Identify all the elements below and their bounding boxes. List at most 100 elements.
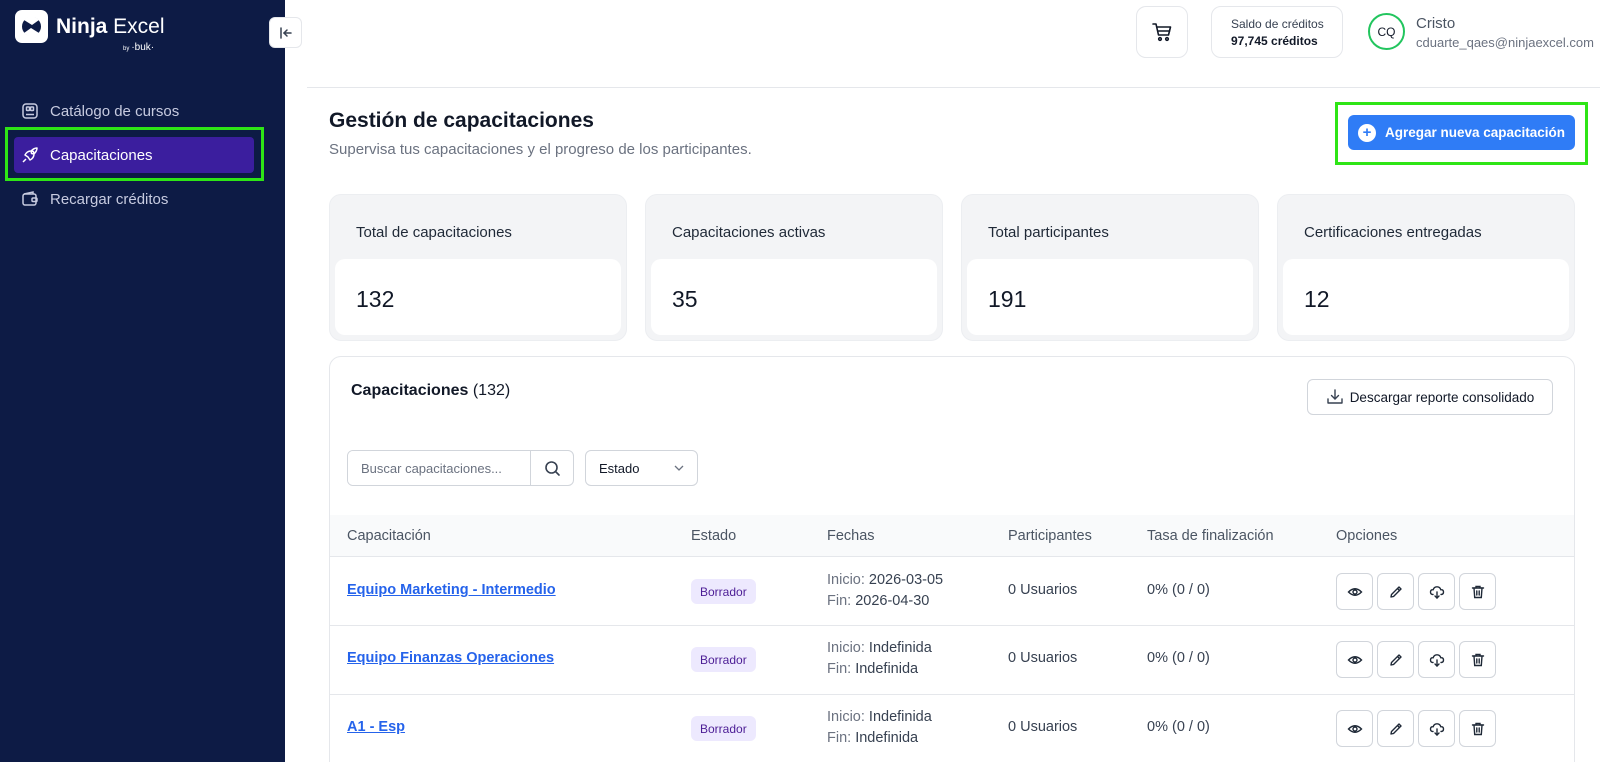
add-training-label: Agregar nueva capacitación (1384, 125, 1566, 140)
participants-count: 0 Usuarios (1008, 582, 1078, 598)
brand-sub: by ·buk· (123, 42, 155, 53)
stat-value: 12 (1304, 286, 1330, 312)
cloud-icon (1429, 652, 1445, 668)
stat-label: Capacitaciones activas (672, 224, 826, 241)
delete-button[interactable] (1459, 641, 1496, 678)
participants-count: 0 Usuarios (1008, 719, 1078, 735)
training-dates: Inicio: Indefinida Fin: Indefinida (827, 709, 932, 746)
column-header-capacitacion[interactable]: Capacitación (347, 528, 431, 544)
table-title: Capacitaciones (132) (351, 382, 511, 399)
collapse-left-icon (279, 26, 293, 40)
view-button[interactable] (1336, 710, 1373, 747)
training-name-link[interactable]: Equipo Finanzas Operaciones (347, 650, 554, 666)
page-subtitle: Supervisa tus capacitaciones y el progre… (329, 141, 752, 158)
sidebar-item-label: Capacitaciones (50, 146, 153, 164)
search-icon (544, 460, 561, 477)
edit-button[interactable] (1377, 710, 1414, 747)
download-report-label: Descargar reporte consolidado (1349, 389, 1535, 405)
collapse-sidebar-button[interactable] (269, 17, 302, 48)
credits-value: 97,745 créditos (1231, 33, 1318, 48)
status-badge: Borrador (691, 716, 756, 741)
chevron-down-icon (673, 462, 685, 474)
training-dates: Inicio: 2026-03-05 Fin: 2026-04-30 (827, 572, 944, 609)
catalog-icon (20, 101, 40, 121)
view-button[interactable] (1336, 573, 1373, 610)
row-options (1336, 641, 1496, 678)
search-box (347, 450, 574, 486)
column-header-opciones: Opciones (1336, 528, 1398, 544)
publish-button[interactable] (1418, 641, 1455, 678)
stat-label: Total de capacitaciones (356, 224, 512, 241)
sidebar-item-recargar[interactable]: Recargar créditos (14, 181, 254, 217)
view-button[interactable] (1336, 641, 1373, 678)
brand-logo[interactable]: Ninja Excel (15, 10, 165, 43)
stat-card-participants: Total participantes 191 (961, 194, 1259, 341)
edit-button[interactable] (1377, 573, 1414, 610)
training-name-link[interactable]: A1 - Esp (347, 719, 405, 735)
trash-icon (1470, 721, 1486, 737)
table-row: A1 - Esp Borrador Inicio: Indefinida Fin… (330, 695, 1574, 762)
add-training-button[interactable]: + Agregar nueva capacitación (1348, 115, 1575, 150)
avatar[interactable]: CQ (1368, 13, 1405, 50)
credits-balance[interactable]: Saldo de créditos 97,745 créditos (1211, 6, 1343, 58)
delete-button[interactable] (1459, 710, 1496, 747)
download-icon (1326, 388, 1344, 406)
edit-button[interactable] (1377, 641, 1414, 678)
sidebar-item-label: Recargar créditos (50, 190, 169, 208)
stat-card-total: Total de capacitaciones 132 (329, 194, 627, 341)
status-badge: Borrador (691, 647, 756, 672)
cart-icon (1150, 20, 1174, 44)
delete-button[interactable] (1459, 573, 1496, 610)
wallet-icon (20, 189, 40, 209)
user-email: cduarte_qaes@ninjaexcel.com (1416, 35, 1594, 50)
stat-value: 132 (356, 286, 395, 312)
completion-rate: 0% (0 / 0) (1147, 719, 1210, 735)
stat-card-active: Capacitaciones activas 35 (645, 194, 943, 341)
publish-button[interactable] (1418, 573, 1455, 610)
trainings-panel: Capacitaciones (132) Descargar reporte c… (329, 356, 1575, 762)
stat-label: Certificaciones entregadas (1304, 224, 1482, 241)
search-button[interactable] (530, 451, 573, 485)
training-dates: Inicio: Indefinida Fin: Indefinida (827, 640, 932, 677)
sidebar-item-capacitaciones[interactable]: Capacitaciones (14, 137, 254, 173)
eye-icon (1347, 721, 1363, 737)
cloud-icon (1429, 721, 1445, 737)
training-name-link[interactable]: Equipo Marketing - Intermedio (347, 582, 556, 598)
credits-label: Saldo de créditos (1231, 16, 1324, 31)
publish-button[interactable] (1418, 710, 1455, 747)
column-header-tasa[interactable]: Tasa de finalización (1147, 528, 1274, 544)
pencil-icon (1388, 721, 1404, 737)
sidebar-item-catalogo[interactable]: Catálogo de cursos (14, 93, 254, 129)
completion-rate: 0% (0 / 0) (1147, 650, 1210, 666)
user-name: Cristo (1416, 15, 1456, 32)
trash-icon (1470, 652, 1486, 668)
header-divider (307, 87, 1600, 88)
ninja-logo-icon (15, 10, 48, 43)
eye-icon (1347, 652, 1363, 668)
plus-circle-icon: + (1357, 123, 1376, 142)
stat-label: Total participantes (988, 224, 1109, 241)
download-report-button[interactable]: Descargar reporte consolidado (1307, 379, 1553, 415)
column-header-estado[interactable]: Estado (691, 528, 736, 544)
status-filter-value: Estado (599, 460, 640, 476)
rocket-icon (20, 145, 40, 165)
sidebar-item-label: Catálogo de cursos (50, 102, 180, 120)
row-options (1336, 573, 1496, 610)
cloud-icon (1429, 584, 1445, 600)
cart-button[interactable] (1136, 6, 1188, 58)
row-options (1336, 710, 1496, 747)
trash-icon (1470, 584, 1486, 600)
table-row: Equipo Marketing - Intermedio Borrador I… (330, 557, 1574, 626)
search-input[interactable] (348, 451, 530, 485)
table-row: Equipo Finanzas Operaciones Borrador Ini… (330, 626, 1574, 695)
participants-count: 0 Usuarios (1008, 650, 1078, 666)
table-header: Capacitación Estado Fechas Participantes… (330, 515, 1574, 557)
eye-icon (1347, 584, 1363, 600)
brand-name: Ninja Excel (56, 14, 165, 38)
column-header-fechas[interactable]: Fechas (827, 528, 875, 544)
stat-value: 191 (988, 286, 1027, 312)
status-filter-select[interactable]: Estado (585, 450, 698, 486)
column-header-participantes[interactable]: Participantes (1008, 528, 1092, 544)
stat-value: 35 (672, 286, 698, 312)
stat-card-certifications: Certificaciones entregadas 12 (1277, 194, 1575, 341)
